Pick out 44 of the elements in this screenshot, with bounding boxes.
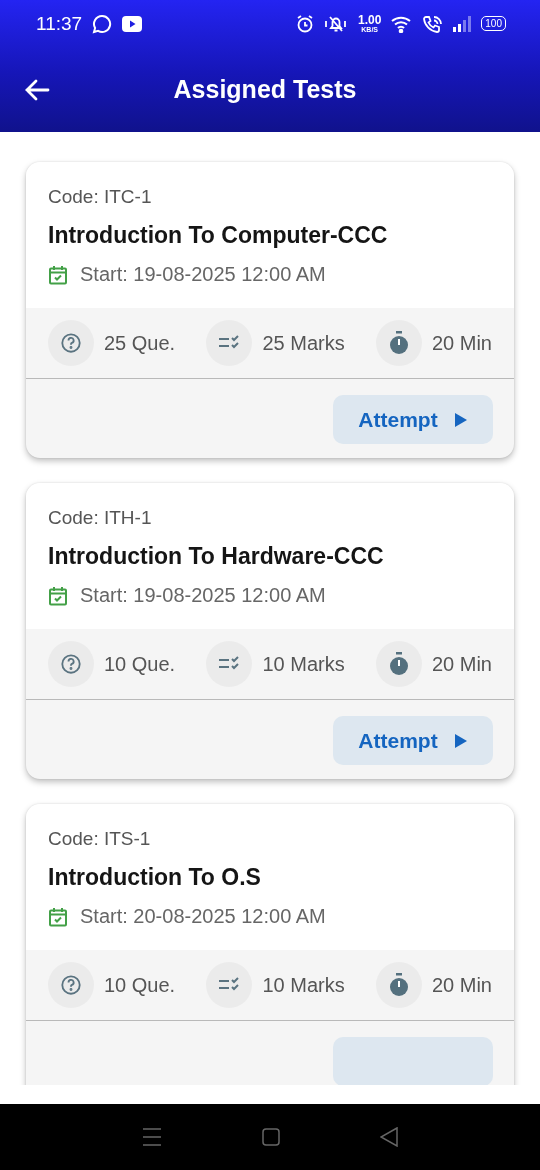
duration: 20 Min [431,331,492,355]
wifi-call-icon [423,14,444,33]
test-code: Code: ITC-1 [48,186,153,208]
menu-icon[interactable] [142,1128,162,1146]
help-icon [60,974,82,996]
question-count: 10 Que. [104,652,176,676]
question-count: 25 Que. [104,331,176,355]
play-icon [453,411,468,428]
bell-muted-icon [323,14,348,33]
marks-count: 10 Marks [262,973,345,997]
test-title: Introduction To Computer-CCC [48,222,389,249]
test-code: Code: ITS-1 [48,828,152,850]
test-code: Code: ITH-1 [48,507,153,529]
help-icon [60,653,82,675]
play-icon [453,732,468,749]
calendar-check-icon [48,585,68,606]
attempt-button[interactable]: Attempt [333,395,493,444]
start-date: Start: 19-08-2025 12:00 AM [80,263,326,286]
signal-icon [453,15,472,32]
duration: 20 Min [431,652,492,676]
stopwatch-icon [387,331,410,355]
back-arrow-icon[interactable] [24,77,50,102]
start-date: Start: 20-08-2025 12:00 AM [80,905,326,928]
calendar-check-icon [48,906,68,927]
alarm-icon [295,14,314,33]
home-icon[interactable] [262,1128,280,1146]
stopwatch-icon [387,652,410,676]
stopwatch-icon [387,973,410,997]
test-title: Introduction To O.S [48,864,262,891]
back-icon[interactable] [380,1127,398,1147]
attempt-button[interactable]: Attempt [333,716,493,765]
page-title: Assigned Tests [173,75,357,104]
start-date: Start: 19-08-2025 12:00 AM [80,584,326,607]
help-icon [60,332,82,354]
video-play-icon [122,15,143,32]
question-count: 10 Que. [104,973,176,997]
battery-level: 100 [481,16,506,31]
test-title: Introduction To Hardware-CCC [48,543,385,570]
calendar-check-icon [48,264,68,285]
chat-icon [92,13,113,34]
status-time: 11:37 [36,12,83,35]
marks-count: 10 Marks [262,652,345,676]
duration: 20 Min [431,973,492,997]
marks-count: 25 Marks [262,331,345,355]
